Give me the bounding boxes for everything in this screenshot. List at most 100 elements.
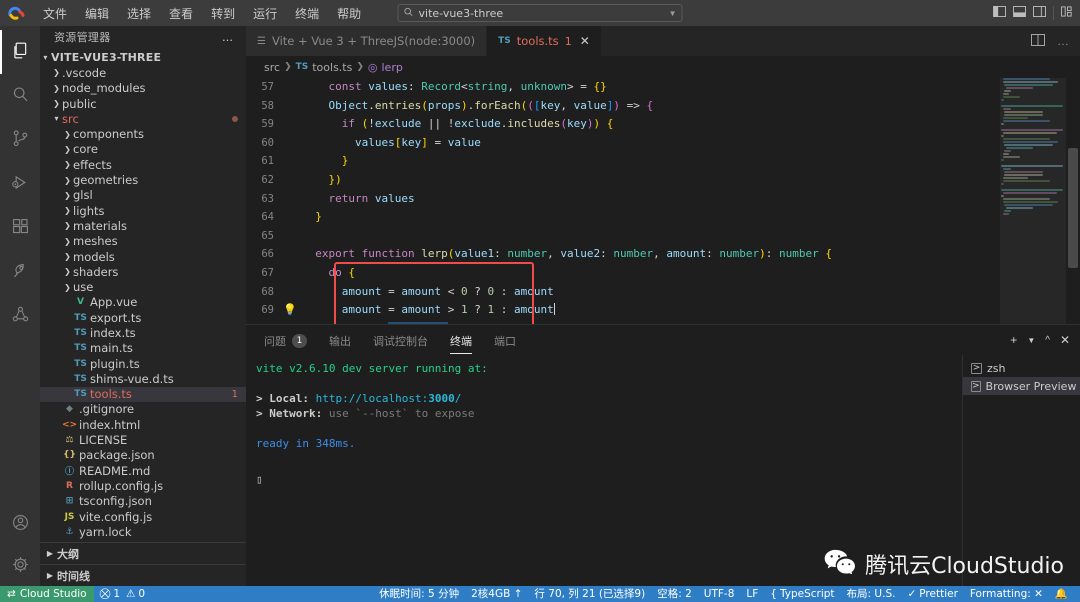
tree-item[interactable]: ❯ meshes [40, 234, 246, 249]
code-content[interactable]: const values: Record<string, unknown> = … [298, 78, 1080, 324]
tree-item[interactable]: ❯ materials [40, 218, 246, 233]
activity-item-extensions[interactable] [0, 206, 40, 250]
close-icon[interactable]: ✕ [580, 34, 590, 48]
status-formatting[interactable]: Formatting: ✕ [964, 586, 1049, 602]
activity-item-search[interactable] [0, 74, 40, 118]
panel-tab-problems[interactable]: 问题 1 [264, 327, 307, 354]
tree-item[interactable]: ▾ src [40, 111, 246, 126]
tree-item[interactable]: ❯ public [40, 96, 246, 111]
tree-item[interactable]: ❯ shaders [40, 264, 246, 279]
panel-tab-ports[interactable]: 端口 [494, 327, 516, 354]
breadcrumb-item-src[interactable]: src [264, 61, 280, 74]
status-language-mode[interactable]: { TypeScript [764, 586, 840, 602]
status-remote-indicator[interactable]: ⇄ Cloud Studio [0, 586, 94, 602]
status-sleep-time[interactable]: 休眠时间: 5 分钟 [373, 586, 465, 602]
tree-item[interactable]: ⓘ README.md [40, 463, 246, 478]
activity-item-account[interactable] [0, 502, 40, 546]
ellipsis-icon[interactable]: … [222, 31, 234, 44]
sidebar-section-outline[interactable]: ▶ 大纲 [40, 542, 246, 564]
terminal-output[interactable]: vite v2.6.10 dev server running at: > Lo… [246, 355, 962, 586]
split-editor-icon[interactable] [1031, 33, 1045, 49]
tree-item[interactable]: TS index.ts [40, 325, 246, 340]
panel-right-icon[interactable] [1033, 6, 1046, 20]
lightbulb-icon[interactable]: 💡 [283, 303, 297, 316]
menu-terminal[interactable]: 终端 [286, 2, 328, 25]
menu-help[interactable]: 帮助 [328, 2, 370, 25]
status-eol[interactable]: LF [740, 586, 764, 602]
tab-tools-ts[interactable]: TS tools.ts 1 ✕ [487, 26, 602, 56]
maximize-panel-icon[interactable]: ^ [1045, 335, 1050, 346]
panel-tab-output[interactable]: 输出 [329, 327, 351, 354]
tree-item[interactable]: <> index.html [40, 417, 246, 432]
tree-item[interactable]: ❯ effects [40, 157, 246, 172]
tree-item[interactable]: TS plugin.ts [40, 356, 246, 371]
tree-item[interactable]: ❯ lights [40, 203, 246, 218]
status-problems[interactable]: ⛒ 1 ⚠ 0 [94, 586, 152, 602]
panel-left-icon[interactable] [993, 6, 1006, 20]
tree-item[interactable]: ❯ .vscode [40, 65, 246, 80]
chevron-down-icon[interactable]: ▼ [669, 9, 677, 18]
scrollbar-thumb[interactable] [1068, 148, 1078, 268]
status-cursor-position[interactable]: 行 70, 列 21 (已选择9) [528, 586, 651, 602]
search-input[interactable]: vite-vue3-three ▼ [397, 4, 683, 22]
tree-item[interactable]: ⚖ LICENSE [40, 432, 246, 447]
menu-view[interactable]: 查看 [160, 2, 202, 25]
terminal-list-item-browser-preview[interactable]: > Browser Preview Li... [963, 377, 1080, 395]
menu-edit[interactable]: 编辑 [76, 2, 118, 25]
file-tree[interactable]: ▾ VITE-VUE3-THREE ❯ .vscode ❯ node_modules ❯ pu… [40, 48, 246, 542]
status-indentation[interactable]: 空格: 2 [651, 586, 698, 602]
tree-item[interactable]: TS main.ts [40, 341, 246, 356]
tree-item[interactable]: ⊞ tsconfig.json [40, 494, 246, 509]
tree-item[interactable]: ❯ node_modules [40, 81, 246, 96]
tree-item[interactable]: ❯ glsl [40, 188, 246, 203]
code-editor[interactable]: 5758596061626364656667686970717273747576… [246, 78, 1080, 324]
close-panel-icon[interactable]: ✕ [1060, 333, 1070, 347]
tree-item[interactable]: JS vite.config.js [40, 509, 246, 524]
activity-item-settings[interactable] [0, 546, 40, 586]
tree-item[interactable]: {} package.json [40, 448, 246, 463]
panel-bottom-icon[interactable] [1013, 6, 1026, 20]
menu-go[interactable]: 转到 [202, 2, 244, 25]
panel-tab-debug-console[interactable]: 调试控制台 [373, 327, 428, 354]
tab-browser-preview[interactable]: ☰ Vite + Vue 3 + ThreeJS(node:3000) [246, 26, 488, 56]
tree-item-label: models [73, 249, 115, 264]
panel-tab-terminal[interactable]: 终端 [450, 327, 472, 354]
chevron-down-icon[interactable]: ▼ [1027, 336, 1035, 345]
tree-item[interactable]: Rrollup.config.js [40, 478, 246, 493]
editor-scrollbar[interactable] [1066, 78, 1080, 324]
status-resources[interactable]: 2核4GB ↑ [465, 586, 528, 602]
line-number: 67 [261, 266, 274, 279]
tree-item[interactable]: ❯ core [40, 142, 246, 157]
tsconfig-icon: ⊞ [65, 496, 74, 507]
tree-item[interactable]: ◆ .gitignore [40, 402, 246, 417]
tree-item[interactable]: ❯ geometries [40, 172, 246, 187]
tree-item[interactable]: TS shims-vue.d.ts [40, 371, 246, 386]
activity-item-run-debug[interactable] [0, 162, 40, 206]
status-encoding[interactable]: UTF-8 [698, 586, 741, 602]
terminal-list-item-zsh[interactable]: > zsh [963, 359, 1080, 377]
status-keyboard-layout[interactable]: 布局: U.S. [841, 586, 902, 602]
tree-root-item[interactable]: ▾ VITE-VUE3-THREE [40, 50, 246, 65]
activity-item-explorer[interactable] [0, 30, 40, 74]
customize-layout-icon[interactable] [1053, 6, 1074, 20]
tree-item[interactable]: ❯ use [40, 279, 246, 294]
tree-item[interactable]: ❯ models [40, 249, 246, 264]
tree-item[interactable]: TS tools.ts 1 [40, 386, 246, 402]
activity-item-source-control[interactable] [0, 118, 40, 162]
tree-item[interactable]: TS export.ts [40, 310, 246, 325]
breadcrumb-item-symbol[interactable]: lerp [382, 61, 403, 74]
sidebar-section-timeline[interactable]: ▶ 时间线 [40, 564, 246, 586]
tree-item[interactable]: V App.vue [40, 295, 246, 310]
activity-item-deploy[interactable] [0, 250, 40, 294]
status-notifications[interactable]: 🔔 [1049, 586, 1074, 602]
menu-selection[interactable]: 选择 [118, 2, 160, 25]
more-actions-icon[interactable]: … [1057, 34, 1070, 48]
activity-item-share[interactable] [0, 294, 40, 338]
menu-file[interactable]: 文件 [34, 2, 76, 25]
tree-item[interactable]: ❯ components [40, 126, 246, 141]
menu-run[interactable]: 运行 [244, 2, 286, 25]
add-terminal-icon[interactable]: + [1010, 333, 1017, 347]
breadcrumb-item-file[interactable]: tools.ts [312, 61, 352, 74]
status-prettier[interactable]: ✓ Prettier [901, 586, 963, 602]
tree-item[interactable]: ⚓ yarn.lock [40, 524, 246, 539]
